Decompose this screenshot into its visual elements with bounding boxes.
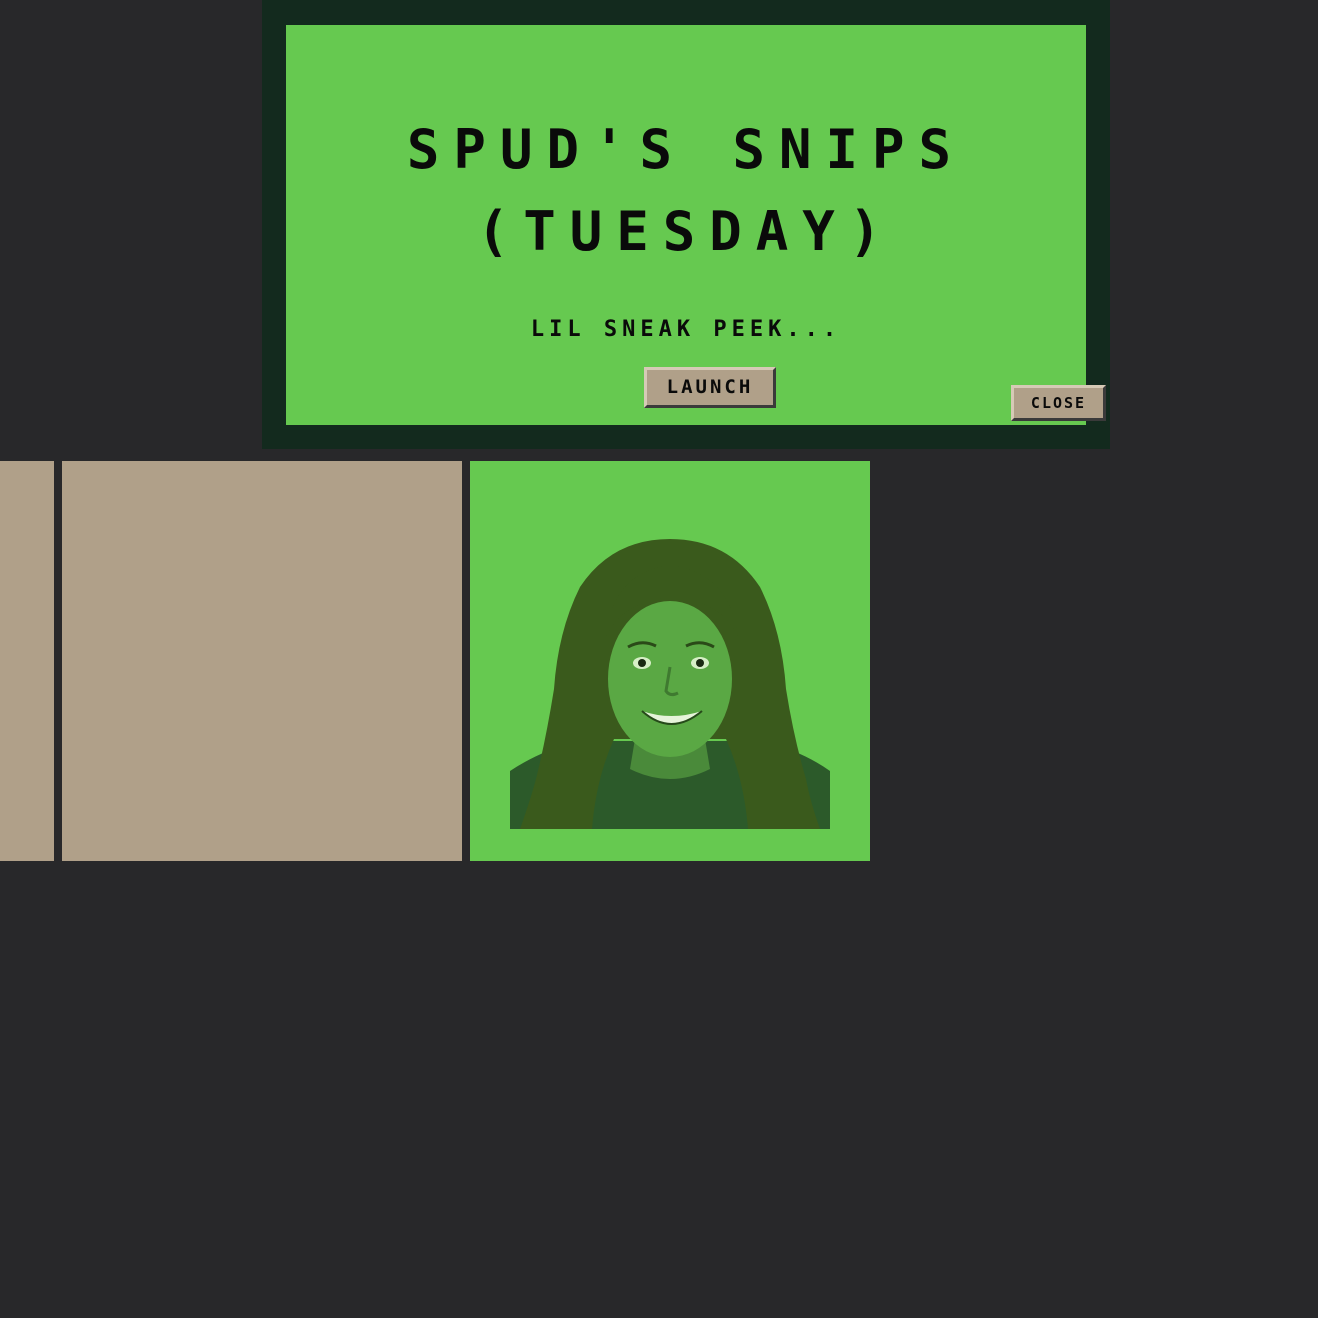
portrait-image — [510, 539, 830, 829]
popup-subtitle: LIL SNEAK PEEK... — [530, 317, 842, 342]
grid-tile[interactable] — [0, 461, 54, 861]
popup-title-line1: SPUD'S SNIPS — [406, 118, 966, 181]
launch-button[interactable]: LAUNCH — [644, 367, 776, 408]
popup-window: SPUD'S SNIPS (TUESDAY) LIL SNEAK PEEK... … — [262, 0, 1110, 449]
popup-panel: SPUD'S SNIPS (TUESDAY) LIL SNEAK PEEK... … — [286, 25, 1106, 425]
grid-tile-portrait[interactable] — [470, 461, 870, 861]
popup-title-line2: (TUESDAY) — [476, 200, 896, 263]
close-button[interactable]: CLOSE — [1011, 385, 1106, 421]
grid-tile[interactable] — [62, 461, 462, 861]
page: SPUD'S SNIPS (TUESDAY) LIL SNEAK PEEK... … — [0, 0, 1318, 1318]
popup-title: SPUD'S SNIPS (TUESDAY) — [286, 109, 1086, 273]
